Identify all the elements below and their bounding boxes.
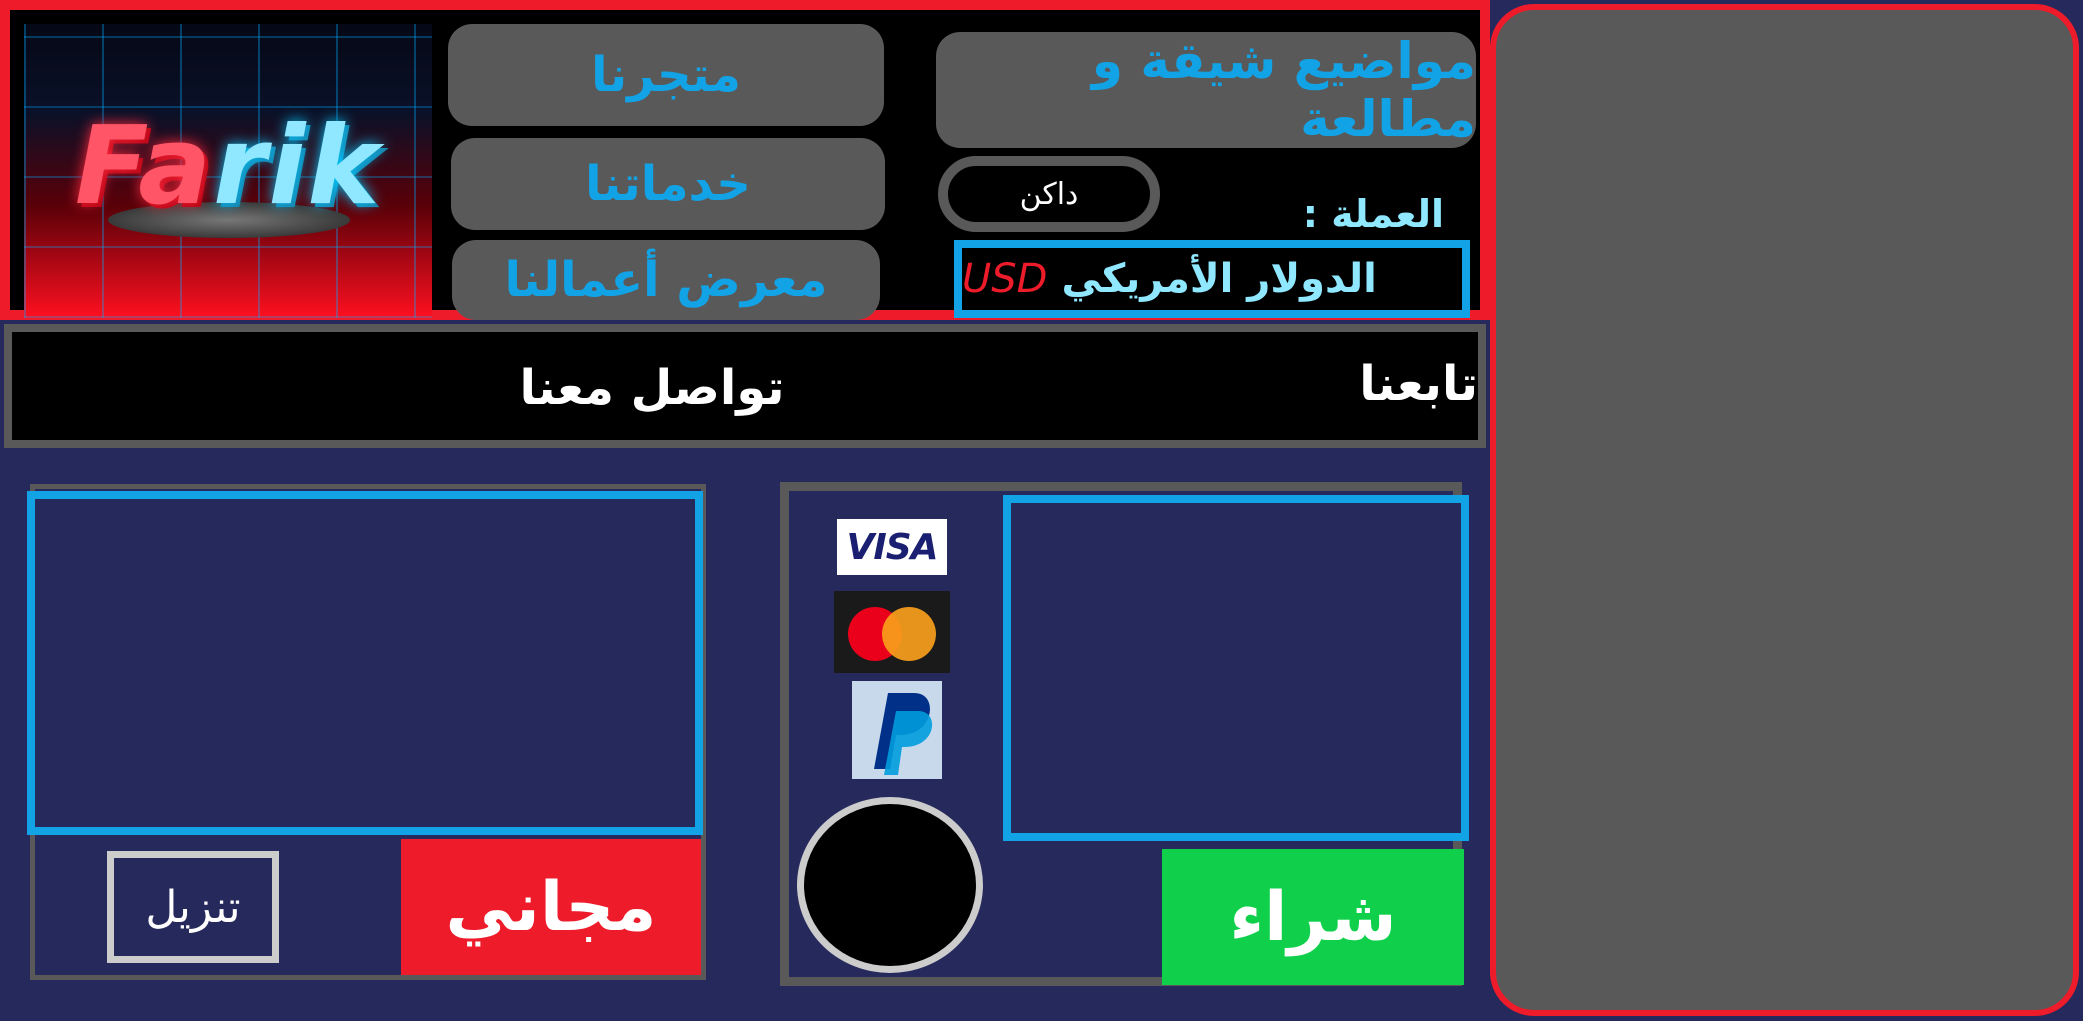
paypal-icon [852,681,942,779]
topics-button[interactable]: مواضيع شيقة و مطالعة [936,32,1476,148]
logo-text: Farik [24,104,432,229]
currency-name: الدولار الأمريكي [1061,256,1377,302]
buy-button[interactable]: شراء [1162,849,1464,985]
currency-code: USD [962,256,1048,302]
nav-services-button[interactable]: خدماتنا [451,138,885,230]
header: Farik متجرنا خدماتنا معرض أعمالنا مواضيع… [0,0,1490,320]
free-product-preview[interactable] [27,491,703,835]
free-product-card: تنزيل مجاني [27,484,706,980]
logo-text-part2: rik [213,104,382,229]
paid-product-preview[interactable] [1003,495,1469,841]
theme-toggle[interactable]: داكن [938,156,1160,232]
currency-label: العملة : [1302,192,1444,236]
mastercard-yellow-circle [882,607,936,661]
contact-bar: تواصل معنا تابعنا [4,324,1486,448]
seller-avatar[interactable] [797,797,983,973]
currency-select[interactable]: الدولار الأمريكي USD [954,240,1470,318]
visa-icon: VISA [837,519,947,575]
contact-link[interactable]: تواصل معنا [482,360,822,416]
download-button[interactable]: تنزيل [107,851,279,963]
paypal-glyph [874,693,933,775]
mastercard-icon [834,591,950,673]
nav-store-button[interactable]: متجرنا [448,24,884,126]
paid-product-card: VISA شراء [780,482,1469,986]
side-panel [1490,4,2079,1016]
follow-label[interactable]: تابعنا [1282,356,1478,412]
logo-text-part1: Fa [74,104,214,229]
logo[interactable]: Farik [24,24,432,318]
nav-gallery-button[interactable]: معرض أعمالنا [452,240,880,320]
free-button[interactable]: مجاني [401,839,701,975]
